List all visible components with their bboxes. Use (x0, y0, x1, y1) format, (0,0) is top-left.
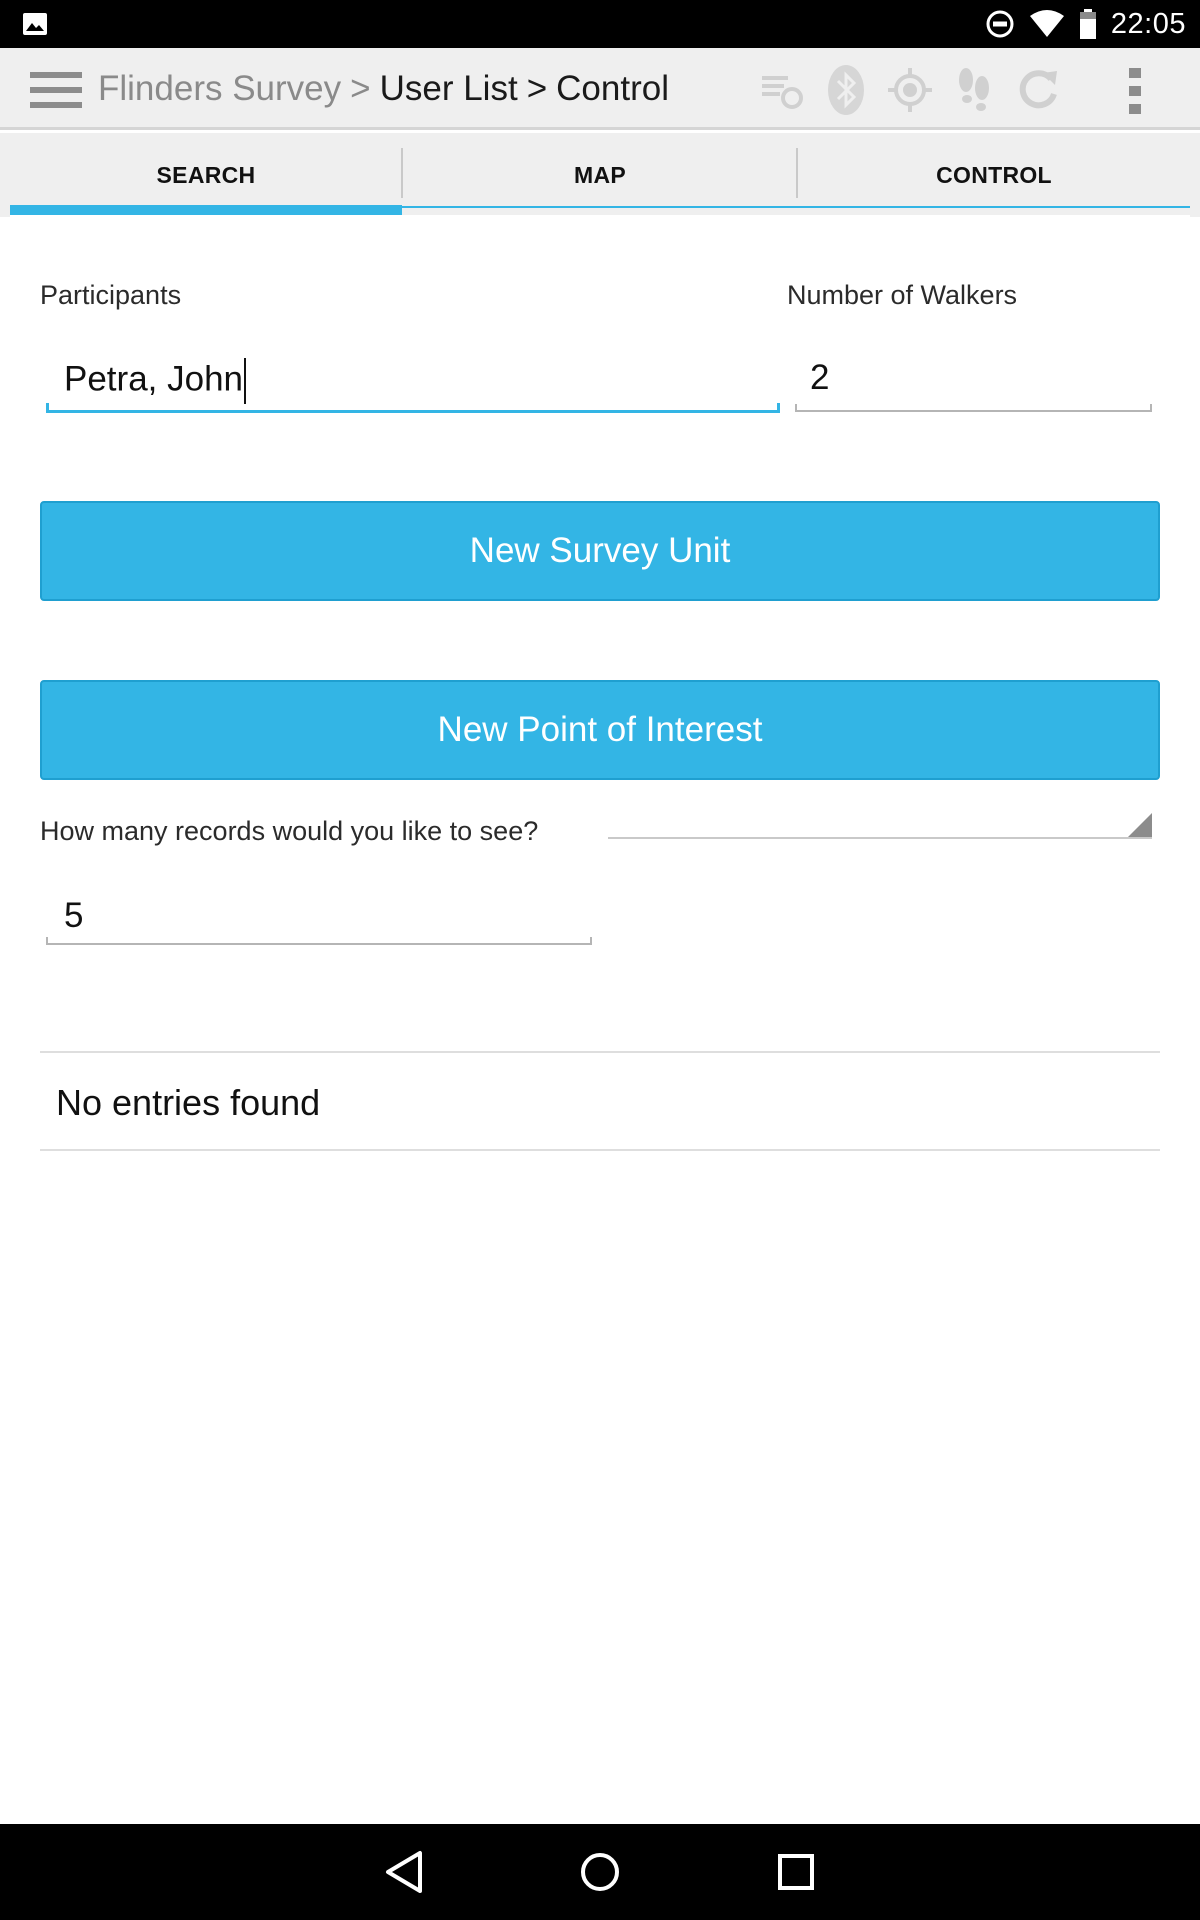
list-top-divider (40, 1051, 1160, 1053)
tab-active-indicator (10, 205, 402, 215)
breadcrumb-user-list[interactable]: User List (380, 69, 518, 109)
clock: 22:05 (1110, 7, 1186, 40)
back-icon[interactable] (374, 1842, 434, 1902)
do-not-disturb-icon (986, 10, 1014, 38)
records-count-underline (46, 937, 592, 945)
tab-control[interactable]: CONTROL (798, 133, 1190, 217)
breadcrumb: Flinders Survey > User List > Control (98, 48, 669, 130)
status-bar: 22:05 (0, 0, 1200, 48)
recents-icon[interactable] (766, 1842, 826, 1902)
gps-target-icon[interactable] (886, 64, 934, 116)
new-survey-unit-button[interactable]: New Survey Unit (40, 501, 1160, 601)
breadcrumb-app[interactable]: Flinders Survey (98, 69, 341, 109)
action-icons (758, 64, 1062, 116)
overflow-menu-icon[interactable] (1120, 66, 1150, 116)
breadcrumb-current: Control (556, 69, 669, 108)
participants-input-underline (46, 403, 780, 413)
list-bottom-divider (40, 1149, 1160, 1151)
records-spinner[interactable] (608, 811, 1152, 839)
footsteps-icon[interactable] (950, 64, 998, 116)
action-bar: Flinders Survey > User List > Control (0, 48, 1200, 130)
participants-value: Petra, John (64, 359, 243, 399)
new-point-of-interest-button[interactable]: New Point of Interest (40, 680, 1160, 780)
empty-list-message: No entries found (56, 1082, 321, 1123)
breadcrumb-separator: > (350, 69, 371, 108)
tab-map[interactable]: MAP (404, 133, 796, 217)
sync-list-icon[interactable] (758, 64, 806, 116)
walkers-label: Number of Walkers (787, 280, 1018, 310)
dropdown-triangle-icon (1128, 813, 1152, 837)
participants-input[interactable]: Petra, John (64, 358, 246, 404)
walkers-input[interactable]: 2 (810, 358, 829, 398)
navigation-bar (0, 1824, 1200, 1920)
refresh-icon[interactable] (1014, 64, 1062, 116)
content-panel (10, 215, 1190, 1825)
home-icon[interactable] (570, 1842, 630, 1902)
bluetooth-icon[interactable] (822, 64, 870, 116)
participants-label: Participants (40, 280, 182, 310)
text-cursor (244, 358, 246, 404)
wifi-icon (1029, 10, 1064, 37)
records-label: How many records would you like to see? (40, 816, 539, 846)
walkers-input-underline (795, 404, 1152, 412)
records-count-input[interactable]: 5 (64, 896, 83, 936)
breadcrumb-separator: > (526, 69, 548, 108)
navigation-drawer-icon[interactable] (30, 70, 82, 110)
tab-divider (401, 148, 403, 198)
battery-icon (1079, 9, 1096, 39)
picture-icon (23, 13, 47, 35)
